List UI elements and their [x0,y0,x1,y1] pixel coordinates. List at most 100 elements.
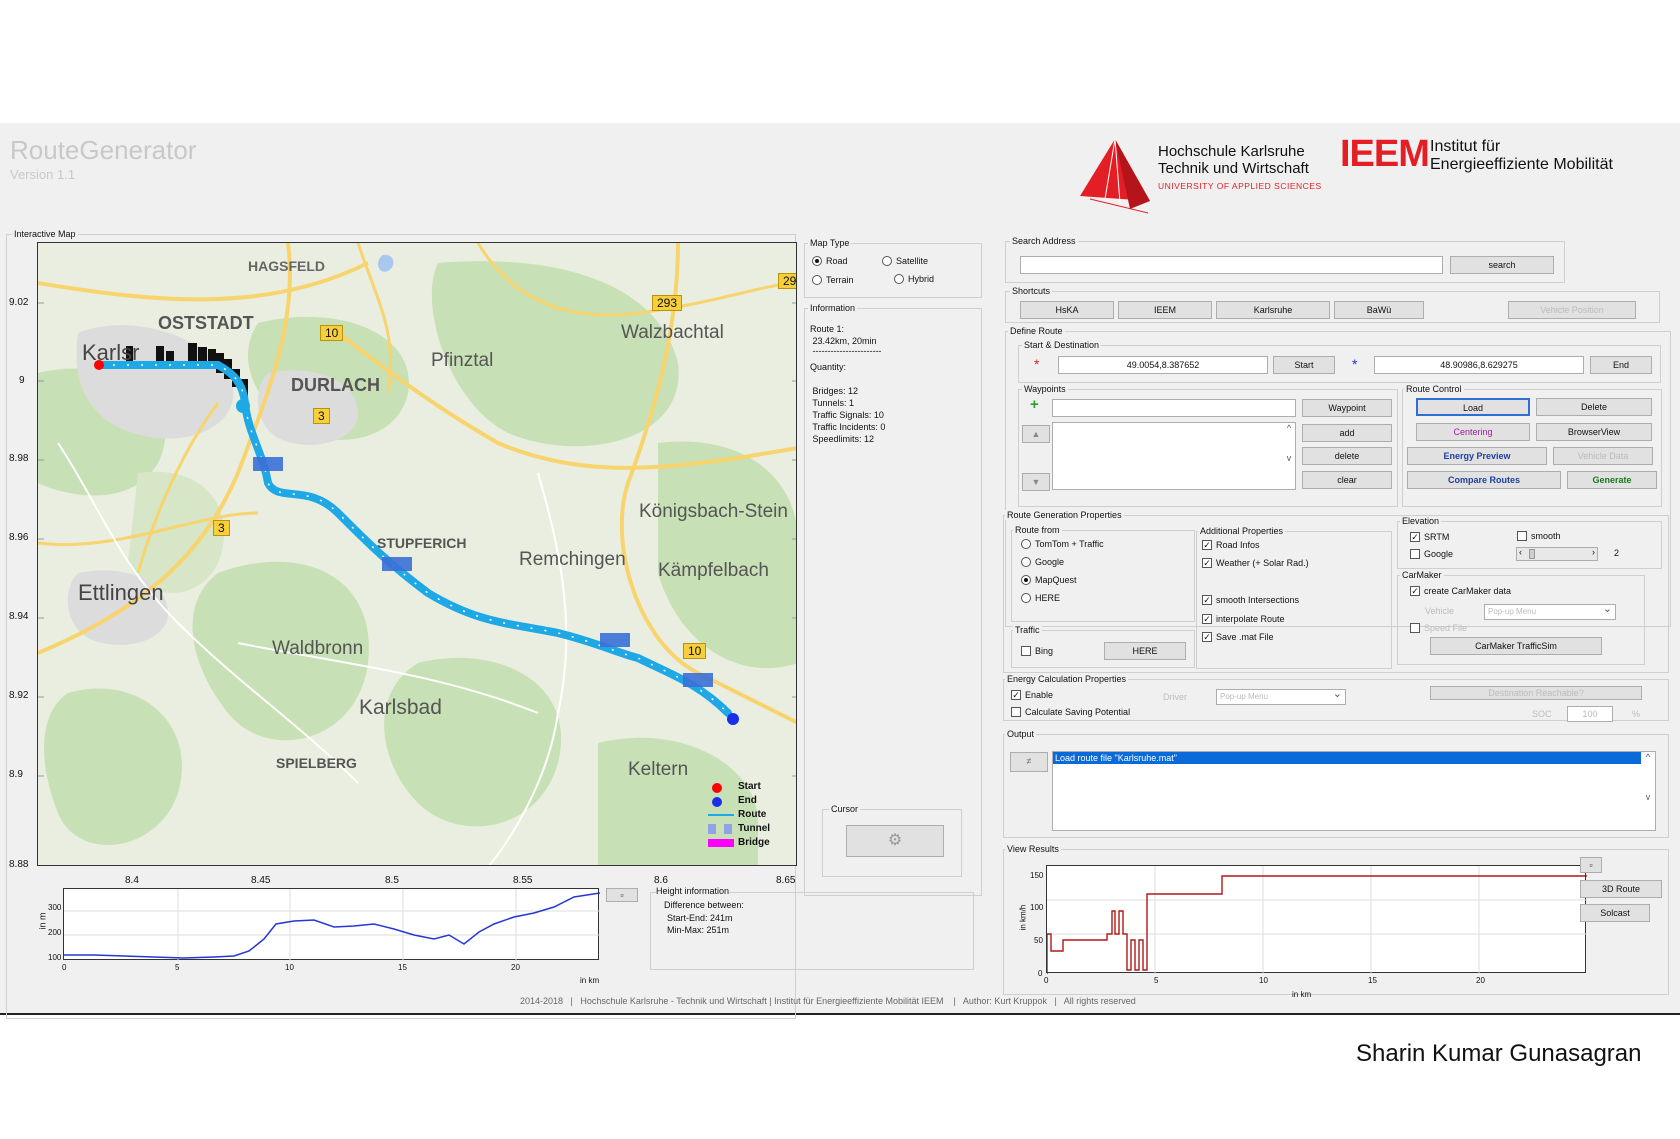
traffic-here-button[interactable]: HERE [1104,642,1186,660]
radio-mapquest[interactable] [1021,575,1031,585]
map-type-satellite[interactable]: Satellite [882,256,928,266]
google-elevation-option[interactable]: Google [1410,549,1453,559]
waypoint-input[interactable] [1052,399,1296,417]
output-log-line[interactable]: Load route file "Karlsruhe.mat" [1053,752,1641,764]
solcast-button[interactable]: Solcast [1580,904,1650,922]
radio-here[interactable] [1021,593,1031,603]
centering-button[interactable]: Centering [1416,423,1530,441]
scroll-up-icon[interactable]: ^ [1287,423,1291,433]
waypoint-list[interactable]: ^ v [1052,422,1296,490]
slider-thumb[interactable] [1529,549,1535,559]
radio-satellite[interactable] [882,256,892,266]
checkbox-google-elevation[interactable] [1410,549,1420,559]
move-down-button[interactable]: ▼ [1022,473,1050,491]
radio-terrain[interactable] [812,275,822,285]
cursor-button[interactable]: ⚙ [846,825,944,857]
vehicle-data-button[interactable]: Vehicle Data [1553,447,1653,465]
app-title: RouteGenerator [10,135,197,165]
driver-dropdown[interactable]: Pop-up Menu [1216,687,1346,705]
start-button[interactable]: Start [1273,356,1335,374]
output-scroll-up-icon[interactable]: ^ [1646,752,1650,762]
radio-road[interactable] [812,256,822,266]
waypoint-list-scrollbar[interactable]: ^ v [1283,423,1295,489]
radio-tomtom[interactable] [1021,539,1031,549]
checkbox-smooth-intersections[interactable]: ✓ [1202,595,1212,605]
shortcut-karlsruhe[interactable]: Karlsruhe [1216,301,1330,319]
carmaker-trafficsim-button[interactable]: CarMaker TrafficSim [1430,637,1602,655]
route-from-tomtom[interactable]: TomTom + Traffic [1021,539,1104,549]
energy-enable-option[interactable]: ✓ Enable [1011,690,1053,700]
add-waypoint-plus-icon[interactable]: + [1030,396,1039,413]
radio-hybrid[interactable] [894,274,904,284]
end-coordinate-field[interactable]: 48.90986,8.629275 [1374,356,1584,374]
slider-right-arrow-icon[interactable]: › [1592,547,1595,557]
search-input[interactable] [1020,256,1443,274]
3d-route-button[interactable]: 3D Route [1580,880,1662,898]
delete-route-button[interactable]: Delete [1536,398,1652,416]
soc-input[interactable]: 100 [1567,706,1613,722]
destination-reachable-button[interactable]: Destination Reachable? [1430,686,1642,700]
speed-file-option[interactable]: Speed File [1410,623,1467,633]
browserview-button[interactable]: BrowserView [1536,423,1652,441]
shortcut-ieem[interactable]: IEEM [1118,301,1212,319]
add-button[interactable]: add [1302,424,1392,442]
map-canvas[interactable]: HAGSFELD OSTSTADT DURLACH Pfinztal Walzb… [37,242,797,866]
slider-left-arrow-icon[interactable]: ‹ [1519,547,1522,557]
energy-enable-label: Enable [1025,690,1054,700]
saving-potential-option[interactable]: Calculate Saving Potential [1011,707,1130,717]
view-results-toggle-button[interactable]: ▫ [1580,857,1602,873]
clear-button[interactable]: clear [1302,471,1392,489]
smooth-slider[interactable]: ‹ › [1516,547,1598,561]
output-clear-button[interactable]: ≠ [1010,752,1048,772]
height-toggle-button[interactable]: ▫ [606,888,638,902]
energy-preview-button[interactable]: Energy Preview [1407,447,1547,465]
traffic-bing[interactable]: Bing [1021,646,1053,656]
route-from-google[interactable]: Google [1021,557,1064,567]
smooth-option[interactable]: smooth [1517,531,1561,541]
shortcut-hska[interactable]: HsKA [1020,301,1114,319]
load-button[interactable]: Load [1416,398,1530,416]
waypoint-button[interactable]: Waypoint [1302,399,1392,417]
route-from-here[interactable]: HERE [1021,593,1060,603]
checkbox-create-carmaker[interactable]: ✓ [1410,586,1420,596]
srtm-option[interactable]: ✓ SRTM [1410,532,1449,542]
search-button[interactable]: search [1450,256,1554,274]
checkbox-saving-potential[interactable] [1011,707,1021,717]
checkbox-weather[interactable]: ✓ [1202,558,1212,568]
checkbox-road-infos[interactable]: ✓ [1202,540,1212,550]
srtm-label: SRTM [1424,532,1450,542]
checkbox-speed-file[interactable] [1410,623,1420,633]
checkbox-save-mat[interactable]: ✓ [1202,632,1212,642]
vehicle-position-button[interactable]: Vehicle Position [1508,301,1636,319]
create-carmaker-option[interactable]: ✓ create CarMaker data [1410,586,1511,596]
start-coordinate-field[interactable]: 49.0054,8.387652 [1058,356,1268,374]
checkbox-interpolate[interactable]: ✓ [1202,614,1212,624]
smooth-value: 2 [1614,548,1620,558]
save-mat-option[interactable]: ✓ Save .mat File [1202,632,1274,642]
smooth-intersections-option[interactable]: ✓ smooth Intersections [1202,595,1299,605]
checkbox-srtm[interactable]: ✓ [1410,532,1420,542]
map-type-terrain[interactable]: Terrain [812,275,854,285]
radio-google[interactable] [1021,557,1031,567]
map-type-hybrid[interactable]: Hybrid [894,274,934,284]
output-log[interactable]: Load route file "Karlsruhe.mat" ^ v [1052,751,1656,831]
generate-button[interactable]: Generate [1567,471,1657,489]
carmaker-vehicle-dropdown[interactable]: Pop-up Menu [1484,602,1616,620]
shortcut-bawue[interactable]: BaWü [1334,301,1424,319]
end-button[interactable]: End [1590,356,1652,374]
place-karlsruhe: Karlsr [82,340,140,365]
weather-option[interactable]: ✓ Weather (+ Solar Rad.) [1202,558,1309,568]
output-scrollbar[interactable]: ^ v [1641,752,1655,830]
interpolate-option[interactable]: ✓ interpolate Route [1202,614,1285,624]
scroll-down-icon[interactable]: v [1287,453,1292,463]
route-from-mapquest[interactable]: MapQuest [1021,575,1077,585]
checkbox-smooth[interactable] [1517,531,1527,541]
output-scroll-down-icon[interactable]: v [1646,792,1651,802]
checkbox-bing[interactable] [1021,646,1031,656]
compare-routes-button[interactable]: Compare Routes [1407,471,1561,489]
checkbox-energy-enable[interactable]: ✓ [1011,690,1021,700]
delete-waypoint-button[interactable]: delete [1302,447,1392,465]
map-type-road[interactable]: Road [812,256,848,266]
move-up-button[interactable]: ▲ [1022,425,1050,443]
road-infos-option[interactable]: ✓ Road Infos [1202,540,1260,550]
